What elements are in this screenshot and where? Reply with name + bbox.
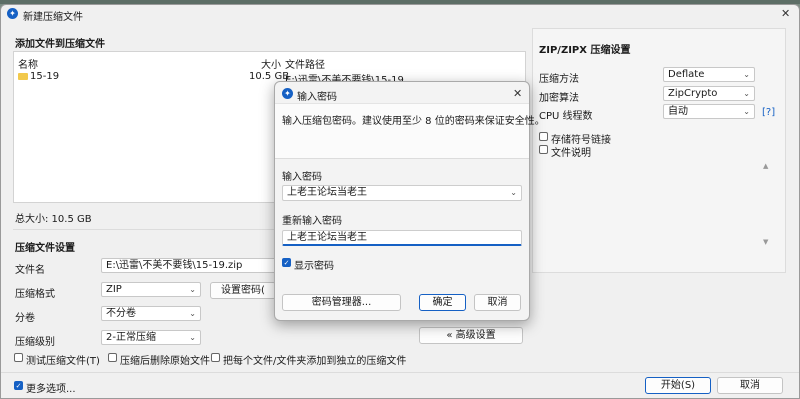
dialog-cancel-button[interactable]: 取消 — [474, 294, 521, 311]
password-dialog: ✦ 输入密码 ✕ 输入压缩包密码。建议使用至少 8 位的密码来保证安全性。 输入… — [274, 81, 545, 321]
footer-divider — [1, 372, 799, 373]
add-files-heading: 添加文件到压缩文件 — [15, 39, 105, 50]
filename-label: 文件名 — [15, 265, 45, 276]
app-logo-icon: ✦ — [282, 88, 293, 99]
zip-settings-heading: ZIP/ZIPX 压缩设置 — [539, 45, 631, 56]
test-archive-checkbox[interactable] — [14, 353, 23, 362]
help-link[interactable]: [?] — [762, 107, 775, 118]
method-value: Deflate — [668, 69, 705, 80]
close-icon[interactable]: ✕ — [781, 7, 790, 20]
threads-value: 自动 — [668, 106, 688, 117]
format-label: 压缩格式 — [15, 289, 55, 300]
password-label: 输入密码 — [282, 172, 322, 183]
set-password-button[interactable]: 设置密码( — [210, 282, 276, 299]
total-size: 总大小: 10.5 GB — [15, 214, 92, 225]
method-select[interactable]: Deflate ⌄ — [663, 67, 755, 82]
dialog-hint: 输入压缩包密码。建议使用至少 8 位的密码来保证安全性。 — [282, 116, 545, 127]
settings-heading: 压缩文件设置 — [15, 243, 75, 254]
cancel-button[interactable]: 取消 — [717, 377, 783, 394]
password-input[interactable]: 上老王论坛当老王 ⌄ — [282, 185, 522, 201]
confirm-password-input[interactable]: 上老王论坛当老王 — [282, 230, 522, 246]
filename-input[interactable]: E:\迅雷\不美不要钱\15-19.zip — [101, 258, 276, 273]
method-label: 压缩方法 — [539, 74, 579, 85]
chevron-down-icon: ⌄ — [189, 309, 196, 318]
split-select[interactable]: 不分卷 ⌄ — [101, 306, 201, 321]
more-options-label: 更多选项... — [26, 384, 76, 395]
format-select[interactable]: ZIP ⌄ — [101, 282, 201, 297]
scrollbar[interactable]: ▲ ▼ — [763, 162, 771, 248]
file-comment-checkbox[interactable] — [539, 145, 548, 154]
level-label: 压缩级别 — [15, 337, 55, 348]
app-logo-icon: ✦ — [7, 8, 18, 19]
advanced-settings-button[interactable]: « 高级设置 — [419, 327, 523, 344]
password-manager-button[interactable]: 密码管理器... — [282, 294, 401, 311]
show-password-checkbox[interactable]: ✓ — [282, 258, 291, 267]
encryption-select[interactable]: ZipCrypto ⌄ — [663, 86, 755, 101]
split-value: 不分卷 — [106, 308, 136, 319]
level-select[interactable]: 2-正常压缩 ⌄ — [101, 330, 201, 345]
delete-after-checkbox[interactable] — [108, 353, 117, 362]
show-password-label: 显示密码 — [294, 261, 334, 272]
delete-after-label: 压缩后删除原始文件 — [120, 356, 210, 367]
store-symlinks-checkbox[interactable] — [539, 132, 548, 141]
file-name: 15-19 — [30, 71, 60, 82]
dialog-title: 输入密码 — [297, 92, 337, 103]
scroll-up-icon[interactable]: ▲ — [763, 162, 768, 170]
zip-settings-panel: ZIP/ZIPX 压缩设置 压缩方法 Deflate ⌄ 加密算法 ZipCry… — [532, 28, 786, 273]
chevron-down-icon: ⌄ — [743, 89, 750, 98]
chevron-down-icon: ⌄ — [743, 70, 750, 79]
threads-select[interactable]: 自动 ⌄ — [663, 104, 755, 119]
more-options-checkbox[interactable]: ✓ — [14, 381, 23, 390]
encryption-label: 加密算法 — [539, 93, 579, 104]
title-bar: ✦ 新建压缩文件 ✕ — [1, 5, 800, 23]
close-icon[interactable]: ✕ — [513, 87, 522, 100]
split-label: 分卷 — [15, 313, 35, 324]
threads-label: CPU 线程数 — [539, 111, 593, 122]
window-title: 新建压缩文件 — [23, 12, 83, 23]
ok-button[interactable]: 确定 — [419, 294, 466, 311]
confirm-password-value: 上老王论坛当老王 — [287, 232, 367, 243]
chevron-down-icon[interactable]: ⌄ — [510, 186, 517, 200]
separate-archives-checkbox[interactable] — [211, 353, 220, 362]
test-archive-label: 测试压缩文件(T) — [26, 356, 100, 367]
confirm-password-label: 重新输入密码 — [282, 216, 342, 227]
level-value: 2-正常压缩 — [106, 332, 156, 343]
format-value: ZIP — [106, 284, 122, 295]
password-value: 上老王论坛当老王 — [287, 187, 367, 198]
encryption-value: ZipCrypto — [668, 88, 718, 99]
folder-icon — [18, 73, 28, 80]
chevron-down-icon: ⌄ — [189, 333, 196, 342]
chevron-down-icon: ⌄ — [189, 285, 196, 294]
chevron-down-icon: ⌄ — [743, 107, 750, 116]
start-button[interactable]: 开始(S) — [645, 377, 711, 394]
separate-archives-label: 把每个文件/文件夹添加到独立的压缩文件 — [223, 356, 407, 367]
scroll-down-icon[interactable]: ▼ — [763, 238, 768, 246]
file-comment-label: 文件说明 — [551, 148, 591, 159]
dialog-hint-area: 输入压缩包密码。建议使用至少 8 位的密码来保证安全性。 — [275, 103, 545, 159]
